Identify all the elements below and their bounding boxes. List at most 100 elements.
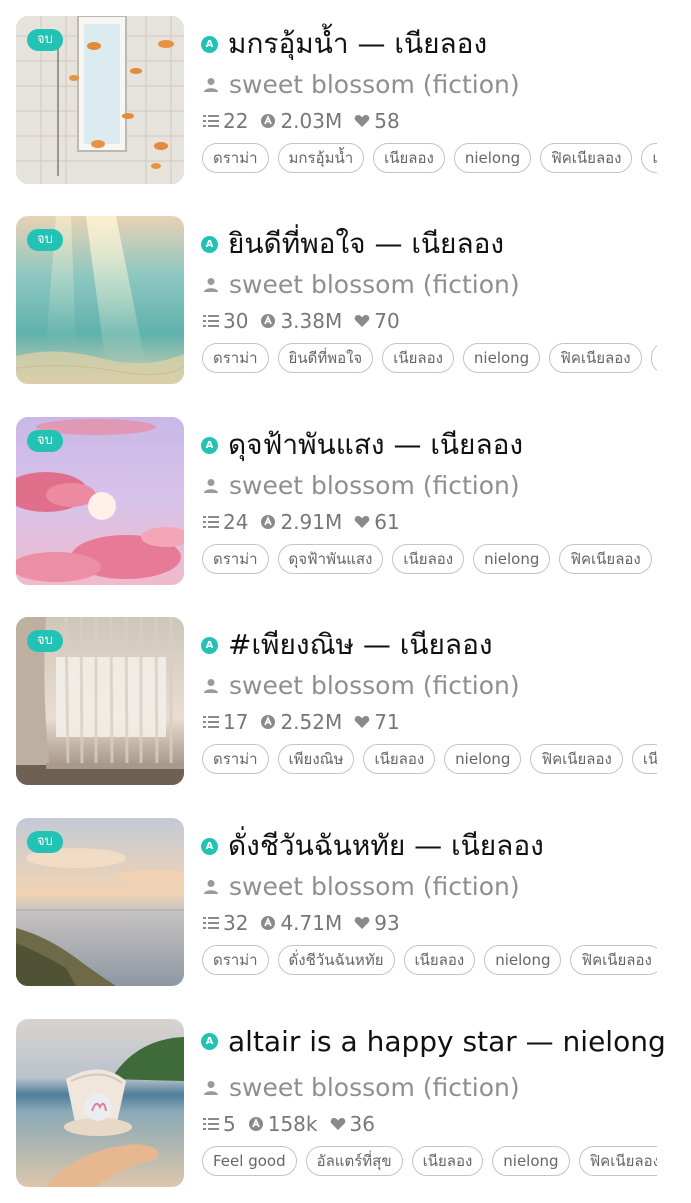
eye-icon [248,1117,263,1131]
author-name[interactable]: sweet blossom (fiction) [229,471,520,500]
tag-chip[interactable]: ฟิคเนียลอง [578,1146,657,1176]
tag-chip[interactable]: ดั่งชีวันฉันหทัย [277,945,395,975]
author-row[interactable]: sweet blossom (fiction) [203,872,520,901]
heart-icon [330,1117,345,1130]
person-icon [204,678,218,693]
tag-chip[interactable]: เนียลอง [382,343,454,373]
story-title[interactable]: มกรอุ้มน้ำ — เนียลอง [228,22,487,66]
like-count: 71 [374,710,400,734]
story-cover[interactable]: จบ [16,417,184,585]
view-count: 2.91M [280,510,343,534]
story-item[interactable]: จบ A ดุจฟ้าพันแสง — เนียลอง sweet blosso… [0,401,691,601]
eye-icon [261,114,276,128]
completed-badge: จบ [27,229,63,251]
tag-chip[interactable]: ฟิคเนียลอง [540,143,633,173]
tag-chip[interactable]: เนี [631,744,657,774]
story-cover[interactable]: จบ [16,617,184,785]
tag-chip[interactable]: เนี [641,143,657,173]
person-icon [204,1080,218,1095]
tag-chip[interactable]: ฟิคเนียลอง [530,744,623,774]
story-cover[interactable] [16,1019,184,1187]
story-item[interactable]: จบ A #เพียงณิษ — เนียลอง sweet blossom (… [0,601,691,801]
chapter-count: 30 [223,309,249,333]
tag-chip[interactable]: nielong [473,544,551,574]
story-cover[interactable]: จบ [16,216,184,384]
story-cover[interactable]: จบ [16,16,184,184]
tag-chip[interactable]: ดราม่า [202,744,269,774]
tag-chip[interactable]: nielong [484,945,562,975]
author-row[interactable]: sweet blossom (fiction) [203,671,520,700]
author-row[interactable]: sweet blossom (fiction) [203,70,520,99]
story-item[interactable]: จบ A ยินดีที่พอใจ — เนียลอง sweet blosso… [0,200,691,400]
tag-chip[interactable]: ดุจฟ้าพันแสง [277,544,384,574]
tag-chip[interactable]: ดราม่า [202,143,269,173]
tag-chip[interactable]: ฟิคเนียลอง [549,343,642,373]
story-item[interactable]: จบ A มกรอุ้มน้ำ — เนียลอง sweet blossom … [0,0,691,200]
tag-chip[interactable]: nielong [492,1146,570,1176]
tag-chip[interactable]: ฟิคเนียลอง [559,544,652,574]
author-name[interactable]: sweet blossom (fiction) [229,270,520,299]
completed-badge: จบ [27,630,63,652]
tag-chip[interactable]: มกรอุ้มน้ำ [277,143,365,173]
story-title[interactable]: #เพียงณิษ — เนียลอง [228,623,493,667]
story-title[interactable]: ยินดีที่พอใจ — เนียลอง [228,222,504,266]
tag-list: ดราม่า มกรอุ้มน้ำ เนียลอง nielong ฟิคเนี… [202,143,657,175]
author-row[interactable]: sweet blossom (fiction) [203,270,520,299]
heart-icon [354,515,370,528]
list-icon [203,115,219,127]
tag-chip[interactable]: ฟิคเนียลอง [570,945,657,975]
completed-badge: จบ [27,430,63,452]
story-cover[interactable]: จบ [16,818,184,986]
tag-chip[interactable]: เนียลอง [392,544,465,574]
completed-badge: จบ [27,831,63,853]
chapter-count: 17 [223,710,249,734]
a-circle-icon: A [201,636,218,654]
view-count: 4.71M [280,911,343,935]
author-row[interactable]: sweet blossom (fiction) [203,1073,520,1102]
tag-chip[interactable]: Feel good [202,1146,297,1176]
story-stats: 24 2.91M 61 [203,510,412,534]
heart-icon [354,916,370,929]
story-title-row[interactable]: A ดุจฟ้าพันแสง — เนียลอง [201,423,681,467]
story-title-row[interactable]: A ดั่งชีวันฉันหทัย — เนียลอง [201,824,681,868]
tag-chip[interactable]: เ [650,343,657,373]
story-title[interactable]: ดั่งชีวันฉันหทัย — เนียลอง [228,824,544,868]
author-name[interactable]: sweet blossom (fiction) [229,1073,520,1102]
story-title-row[interactable]: A altair is a happy star — nielong [201,1025,681,1058]
tag-chip[interactable]: เนียลอง [373,143,445,173]
tag-chip[interactable]: nielong [453,143,532,173]
view-count: 2.52M [280,710,343,734]
story-title-row[interactable]: A มกรอุ้มน้ำ — เนียลอง [201,22,681,66]
author-name[interactable]: sweet blossom (fiction) [229,671,520,700]
tag-list: ดราม่า เพียงณิษ เนียลอง nielong ฟิคเนียล… [202,744,657,776]
tag-list: ดราม่า ยินดีที่พอใจ เนียลอง nielong ฟิคเ… [202,343,657,375]
story-item[interactable]: จบ A ดั่งชีวันฉันหทัย — เนียลอง sweet bl… [0,802,691,1002]
author-row[interactable]: sweet blossom (fiction) [203,471,520,500]
tag-chip[interactable]: เนียลอง [363,744,436,774]
chapter-count: 24 [223,510,249,534]
story-stats: 5 158k 36 [203,1112,387,1136]
chapter-count: 32 [223,911,249,935]
list-icon [203,716,219,728]
tag-chip[interactable]: เนียลอง [403,945,476,975]
tag-chip[interactable]: nielong [444,744,522,774]
a-circle-icon: A [201,436,218,454]
tag-chip[interactable]: nielong [462,343,541,373]
eye-icon [261,515,276,529]
like-count: 36 [349,1112,375,1136]
story-title-row[interactable]: A #เพียงณิษ — เนียลอง [201,623,681,667]
view-count: 158k [267,1112,318,1136]
story-title[interactable]: ดุจฟ้าพันแสง — เนียลอง [228,423,523,467]
author-name[interactable]: sweet blossom (fiction) [229,70,520,99]
story-item[interactable]: A altair is a happy star — nielong sweet… [0,1003,691,1203]
tag-chip[interactable]: เนียลอง [411,1146,484,1176]
tag-chip[interactable]: อัลแตร์ที่สุข [305,1146,403,1176]
tag-chip[interactable]: ยินดีที่พอใจ [277,343,374,373]
tag-chip[interactable]: ดราม่า [202,544,269,574]
author-name[interactable]: sweet blossom (fiction) [229,872,520,901]
story-title-row[interactable]: A ยินดีที่พอใจ — เนียลอง [201,222,681,266]
story-title[interactable]: altair is a happy star — nielong [228,1025,666,1058]
tag-chip[interactable]: เพียงณิษ [277,744,355,774]
tag-chip[interactable]: ดราม่า [202,343,269,373]
tag-chip[interactable]: ดราม่า [202,945,269,975]
